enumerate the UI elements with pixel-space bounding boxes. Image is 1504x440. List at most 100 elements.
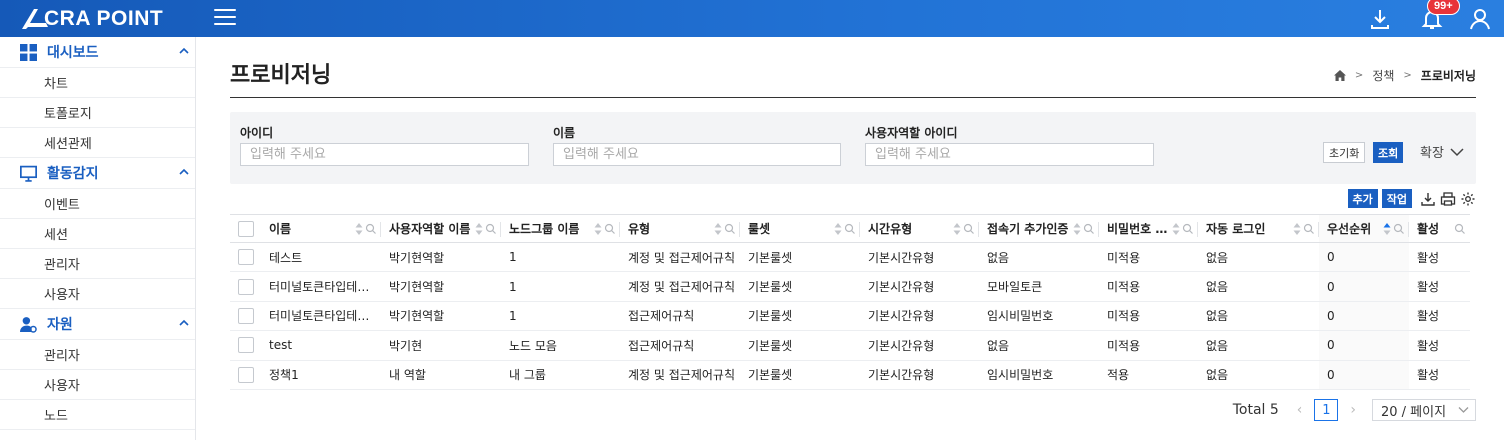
row-checkbox[interactable] xyxy=(238,278,254,295)
row-select-cell xyxy=(230,271,261,302)
notification-badge: 99+ xyxy=(1427,0,1460,15)
cell-type: 접근제어규칙 xyxy=(620,301,740,332)
cell-extra-auth: 없음 xyxy=(979,242,1099,273)
row-checkbox[interactable] xyxy=(238,249,254,266)
row-select-cell xyxy=(230,330,261,361)
home-icon[interactable] xyxy=(1333,70,1346,81)
search-button[interactable]: 조회 xyxy=(1373,142,1404,163)
cell-role-name: 박기현역할 xyxy=(381,271,501,302)
column-header[interactable]: 이름 xyxy=(261,214,381,243)
user-icon[interactable] xyxy=(1468,7,1492,31)
table-row[interactable]: test 박기현 노드 모음 접근제어규칙 기본룰셋 기본시간유형 없음 미적용… xyxy=(230,330,1470,361)
sort-filter-icons[interactable] xyxy=(1293,223,1315,235)
next-page-button[interactable]: › xyxy=(1350,402,1356,418)
cell-priority: 0 xyxy=(1319,301,1409,332)
column-header-sorted[interactable]: 우선순위 xyxy=(1319,214,1409,243)
table-toolbar: 추가 작업 xyxy=(1347,189,1477,208)
logo[interactable]: CRA POINT xyxy=(20,4,163,34)
breadcrumb-item[interactable]: 정책 xyxy=(1372,67,1394,84)
sidebar-group-resource[interactable]: 자원 xyxy=(0,309,195,340)
sort-filter-icons[interactable] xyxy=(1073,223,1095,235)
id-input[interactable] xyxy=(240,143,529,166)
sidebar-item-chart[interactable]: 차트 xyxy=(0,68,195,98)
column-header-label: 노드그룹 이름 xyxy=(509,222,580,236)
print-icon[interactable] xyxy=(1440,191,1456,207)
cell-type: 접근제어규칙 xyxy=(620,330,740,361)
sidebar-item-admin[interactable]: 관리자 xyxy=(0,249,195,279)
sidebar-item-session[interactable]: 세션 xyxy=(0,219,195,249)
user-role-id-input[interactable] xyxy=(865,143,1154,166)
sort-filter-icons[interactable] xyxy=(594,223,616,235)
sort-filter-icons[interactable] xyxy=(1383,223,1405,235)
prev-page-button[interactable]: ‹ xyxy=(1297,402,1303,418)
column-header[interactable]: 비밀번호 … xyxy=(1099,214,1198,243)
sidebar-item-node[interactable]: 노드 xyxy=(0,400,195,430)
row-checkbox[interactable] xyxy=(238,337,254,354)
sidebar-item-resource-admin[interactable]: 관리자 xyxy=(0,340,195,370)
sidebar-group-activity[interactable]: 활동감지 xyxy=(0,158,195,189)
sidebar-group-dashboard[interactable]: 대시보드 xyxy=(0,37,195,68)
sort-filter-icons[interactable] xyxy=(1454,223,1466,235)
cell-role-name: 박기현역할 xyxy=(381,301,501,332)
cell-ruleset: 기본룰셋 xyxy=(740,301,860,332)
column-header[interactable]: 룰셋 xyxy=(740,214,860,243)
cell-active: 활성 xyxy=(1409,242,1470,273)
table-row[interactable]: 정책1 내 역할 내 그룹 계정 및 접근제어규칙 기본룰셋 기본시간유형 임시… xyxy=(230,360,1470,390)
sidebar-item-topology[interactable]: 토폴로지 xyxy=(0,98,195,128)
column-header[interactable]: 유형 xyxy=(620,214,740,243)
menu-toggle-button[interactable] xyxy=(214,9,236,27)
download-icon[interactable] xyxy=(1368,7,1392,31)
sort-filter-icons[interactable] xyxy=(834,223,856,235)
cell-time-type: 기본시간유형 xyxy=(860,360,979,390)
sort-filter-icons[interactable] xyxy=(714,223,736,235)
export-download-icon[interactable] xyxy=(1420,191,1436,207)
cell-auto-login: 없음 xyxy=(1198,271,1319,302)
column-header[interactable]: 노드그룹 이름 xyxy=(501,214,620,243)
breadcrumb-current: 프로비저닝 xyxy=(1420,69,1476,83)
sort-filter-icons[interactable] xyxy=(355,223,377,235)
name-input[interactable] xyxy=(553,143,841,166)
sidebar-group-label: 대시보드 xyxy=(47,45,99,61)
column-header[interactable]: 시간유형 xyxy=(860,214,979,243)
row-checkbox[interactable] xyxy=(238,366,254,383)
search-panel: 아이디 이름 사용자역할 아이디 초기화 조회 확장 xyxy=(230,112,1476,184)
sort-filter-icons[interactable] xyxy=(475,223,497,235)
add-button[interactable]: 추가 xyxy=(1347,189,1378,208)
user-role-id-label: 사용자역할 아이디 xyxy=(865,126,958,140)
sort-filter-icons[interactable] xyxy=(1172,223,1194,235)
cell-name: 터미널토큰타입테… xyxy=(261,271,381,302)
table-row[interactable]: 터미널토큰타입테… 박기현역할 1 접근제어규칙 기본룰셋 기본시간유형 임시비… xyxy=(230,301,1470,332)
column-header-label: 우선순위 xyxy=(1327,222,1372,236)
cell-node-group: 1 xyxy=(501,301,620,332)
breadcrumb: > 정책 > 프로비저닝 xyxy=(1333,67,1476,84)
sidebar-item-user[interactable]: 사용자 xyxy=(0,279,195,309)
cell-node-group: 노드 모음 xyxy=(501,330,620,361)
sidebar-item-resource-user[interactable]: 사용자 xyxy=(0,370,195,400)
page-number-current[interactable]: 1 xyxy=(1314,399,1339,421)
cell-ruleset: 기본룰셋 xyxy=(740,271,860,302)
cell-time-type: 기본시간유형 xyxy=(860,330,979,361)
select-all-checkbox[interactable] xyxy=(238,220,254,237)
cell-extra-auth: 없음 xyxy=(979,330,1099,361)
expand-toggle[interactable]: 확장 xyxy=(1420,142,1464,161)
gear-icon[interactable] xyxy=(1460,191,1476,207)
column-header[interactable]: 접속기 추가인증 xyxy=(979,214,1099,243)
cell-ruleset: 기본룰셋 xyxy=(740,242,860,273)
chevron-down-icon xyxy=(1450,147,1464,156)
sidebar-item-session-control[interactable]: 세션관제 xyxy=(0,128,195,158)
column-header[interactable]: 자동 로그인 xyxy=(1198,214,1319,243)
page-size-select[interactable]: 20 / 페이지 xyxy=(1372,399,1476,421)
row-checkbox[interactable] xyxy=(238,307,254,324)
cell-password: 미적용 xyxy=(1099,271,1198,302)
cell-node-group: 내 그룹 xyxy=(501,360,620,390)
column-header-label: 이름 xyxy=(269,222,292,236)
job-button[interactable]: 작업 xyxy=(1381,189,1412,208)
sidebar-item-event[interactable]: 이벤트 xyxy=(0,189,195,219)
sort-filter-icons[interactable] xyxy=(953,223,975,235)
column-header[interactable]: 사용자역할 이름 xyxy=(381,214,501,243)
column-header[interactable]: 활성 xyxy=(1409,214,1470,243)
cell-time-type: 기본시간유형 xyxy=(860,271,979,302)
table-row[interactable]: 터미널토큰타입테… 박기현역할 1 계정 및 접근제어규칙 기본룰셋 기본시간유… xyxy=(230,271,1470,302)
table-row[interactable]: 테스트 박기현역할 1 계정 및 접근제어규칙 기본룰셋 기본시간유형 없음 미… xyxy=(230,242,1470,273)
reset-button[interactable]: 초기화 xyxy=(1323,142,1366,163)
